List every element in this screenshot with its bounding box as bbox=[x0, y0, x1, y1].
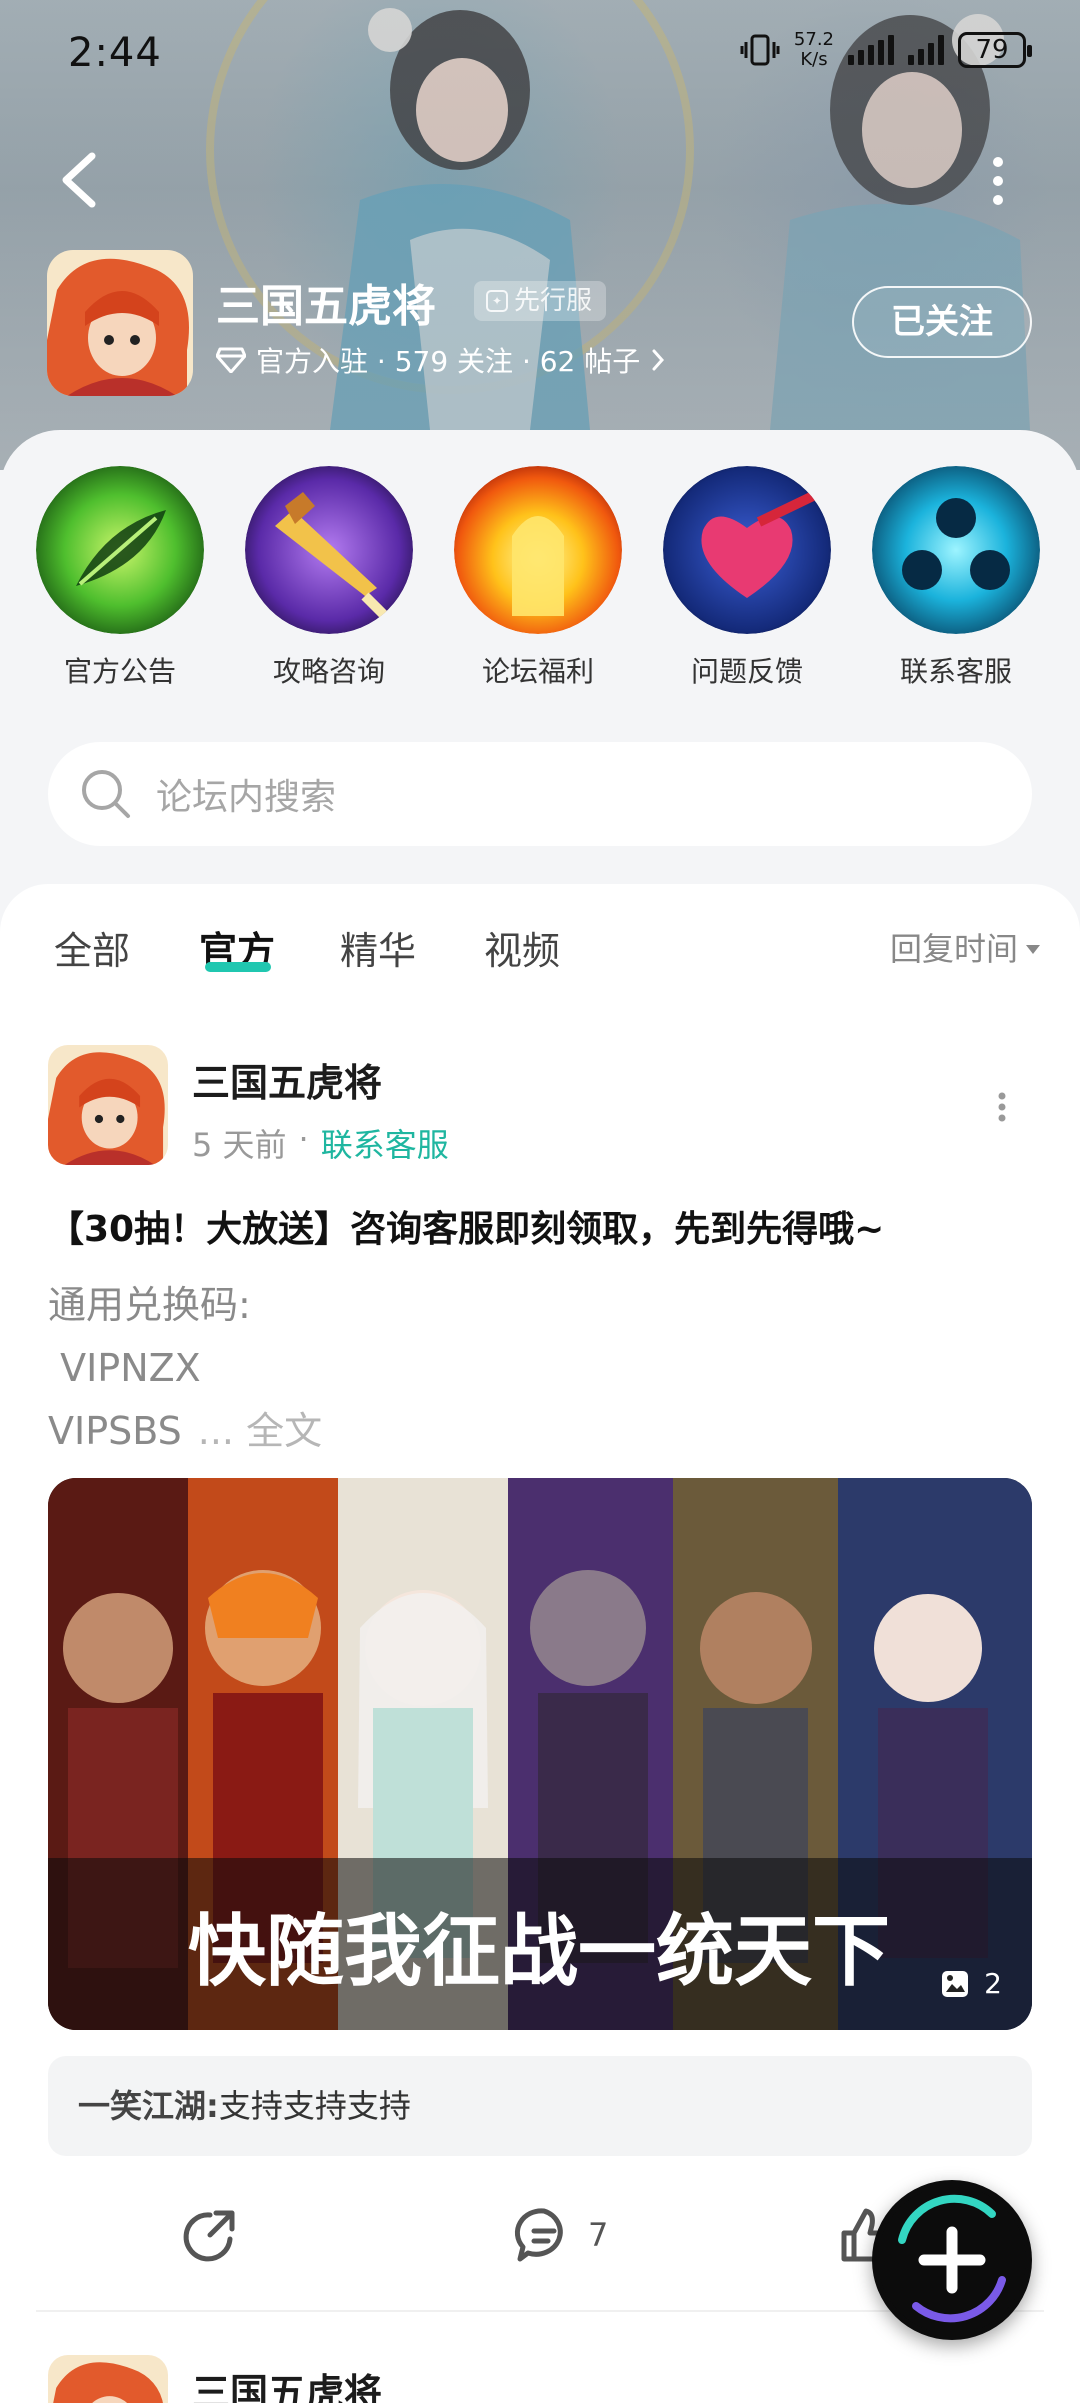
post-image[interactable]: 快随我征战一统天下 2 bbox=[48, 1478, 1032, 2030]
orb-icon bbox=[872, 466, 1040, 634]
game-logo bbox=[48, 1045, 168, 1165]
clock: 2:44 bbox=[68, 30, 162, 76]
shortcut-label: 联系客服 bbox=[899, 655, 1012, 688]
image-count-value: 2 bbox=[984, 1967, 1002, 2000]
shortcut-welfare[interactable]: 论坛福利 bbox=[454, 466, 622, 690]
comment-author: 一笑江湖: bbox=[78, 2087, 219, 2125]
comment-count: 7 bbox=[588, 2216, 609, 2254]
share-icon bbox=[183, 2210, 235, 2262]
create-post-button[interactable] bbox=[872, 2180, 1032, 2340]
game-logo bbox=[48, 2355, 168, 2403]
search-icon bbox=[82, 770, 130, 818]
post-body-line: VIPNZX bbox=[48, 1346, 201, 1390]
post-title[interactable]: 【30抽！大放送】咨询客服即刻领取，先到先得哦~ bbox=[48, 1200, 884, 1252]
net-speed: 57.2 K/s bbox=[794, 30, 834, 70]
active-tab-indicator bbox=[205, 962, 271, 972]
post-body-line: VIPSBS ... 全文 bbox=[48, 1400, 322, 1463]
post-image-artwork: 快随我征战一统天下 bbox=[48, 1478, 1032, 2030]
signal-icon-2 bbox=[908, 35, 944, 65]
shortcut-guides[interactable]: 攻略咨询 bbox=[245, 466, 413, 690]
heart-icon bbox=[663, 466, 831, 634]
more-vertical-icon[interactable] bbox=[996, 1092, 1008, 1122]
comment-button[interactable]: 7 bbox=[514, 2200, 608, 2270]
post-author-avatar[interactable] bbox=[48, 1045, 168, 1165]
shortcut-label: 问题反馈 bbox=[690, 655, 803, 688]
tab-all[interactable]: 全部 bbox=[54, 920, 130, 975]
dropdown-triangle-icon bbox=[1026, 944, 1040, 954]
back-arrow-icon[interactable] bbox=[52, 148, 112, 212]
status-icons: 57.2 K/s 79 bbox=[740, 30, 1032, 70]
comment-icon bbox=[514, 2208, 563, 2262]
tab-featured[interactable]: 精华 bbox=[340, 920, 416, 975]
share-button[interactable] bbox=[180, 2200, 240, 2270]
more-vertical-icon[interactable] bbox=[986, 154, 1010, 208]
comment-text: 支持支持支持 bbox=[218, 2087, 411, 2125]
forum-title: 三国五虎将 bbox=[216, 281, 436, 332]
image-stack-icon bbox=[942, 1970, 969, 1997]
vibrate-icon bbox=[740, 34, 780, 66]
gamepad-icon: ✦ bbox=[486, 290, 508, 312]
status-bar: 2:44 57.2 K/s 79 bbox=[0, 0, 1080, 110]
post-time: 5 天前 bbox=[192, 1126, 287, 1164]
meta-separator: · bbox=[298, 1120, 309, 1158]
shortcut-label: 官方公告 bbox=[63, 655, 176, 688]
image-count: 2 bbox=[940, 1967, 1002, 2000]
tab-video[interactable]: 视频 bbox=[484, 920, 560, 975]
beta-server-badge: ✦ 先行服 bbox=[474, 281, 607, 321]
forum-stats: 官方入驻 · 579 关注 · 62 帖子 bbox=[256, 345, 641, 378]
post-image-caption: 快随我征战一统天下 bbox=[188, 1907, 890, 1997]
sort-label: 回复时间 bbox=[889, 930, 1018, 968]
forum-meta[interactable]: 官方入驻 · 579 关注 · 62 帖子 bbox=[216, 340, 666, 380]
game-logo bbox=[47, 250, 193, 396]
diamond-icon bbox=[216, 347, 246, 373]
post-body-text: VIPSBS bbox=[48, 1409, 182, 1453]
post-author-avatar[interactable] bbox=[48, 2355, 168, 2403]
sort-dropdown[interactable]: 回复时间 bbox=[890, 924, 1040, 970]
shortcut-label: 攻略咨询 bbox=[272, 655, 385, 688]
forum-avatar[interactable] bbox=[47, 250, 193, 396]
post-body-line: 通用兑换码: bbox=[48, 1283, 251, 1327]
glow-icon bbox=[454, 466, 622, 634]
post-author-name[interactable]: 三国五虎将 bbox=[192, 2362, 382, 2403]
shortcut-feedback[interactable]: 问题反馈 bbox=[663, 466, 831, 690]
battery-icon: 79 bbox=[958, 32, 1032, 68]
net-speed-value: 57.2 bbox=[793, 29, 834, 50]
shortcut-support[interactable]: 联系客服 bbox=[872, 466, 1040, 690]
sword-icon bbox=[245, 466, 413, 634]
shortcut-label: 论坛福利 bbox=[481, 655, 594, 688]
chevron-right-icon bbox=[652, 349, 665, 371]
top-comment[interactable]: 一笑江湖:支持支持支持 bbox=[48, 2056, 1032, 2156]
post-tag[interactable]: 联系客服 bbox=[321, 1120, 449, 1166]
search-input[interactable]: 论坛内搜索 bbox=[156, 768, 336, 820]
forum-search-bar[interactable]: 论坛内搜索 bbox=[48, 742, 1032, 846]
leaf-icon bbox=[36, 466, 204, 634]
shortcut-announcements[interactable]: 官方公告 bbox=[36, 466, 204, 690]
plus-icon bbox=[878, 2186, 1026, 2334]
follow-button[interactable]: 已关注 bbox=[852, 286, 1032, 358]
post-author-name[interactable]: 三国五虎将 bbox=[192, 1052, 382, 1107]
net-speed-unit: K/s bbox=[800, 49, 828, 70]
post-meta: 5 天前 · 联系客服 bbox=[192, 1120, 449, 1166]
signal-icon bbox=[848, 35, 894, 65]
read-more-link[interactable]: ... 全文 bbox=[198, 1409, 322, 1453]
post-body[interactable]: 通用兑换码: VIPNZX VIPSBS ... 全文 bbox=[48, 1274, 322, 1463]
beta-server-label: 先行服 bbox=[514, 286, 593, 316]
